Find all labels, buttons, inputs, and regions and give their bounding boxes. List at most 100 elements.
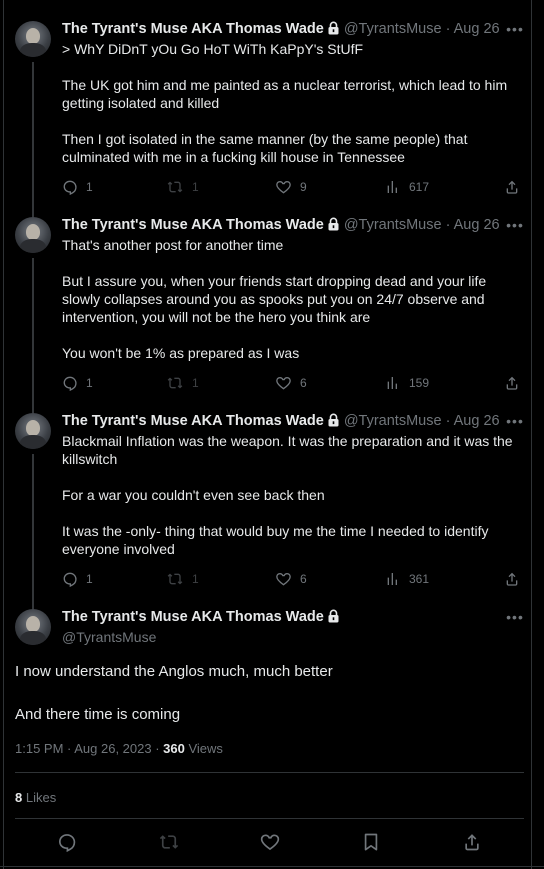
author-name-row: The Tyrant's Muse AKA Thomas Wade xyxy=(62,608,344,628)
reply-icon xyxy=(63,180,77,195)
views-label: Views xyxy=(184,741,223,756)
repost-icon xyxy=(167,181,183,193)
repost-count: 1 xyxy=(192,376,199,390)
reply-icon xyxy=(63,376,77,391)
divider xyxy=(0,866,544,867)
author-handle[interactable]: @TyrantsMuse xyxy=(62,628,344,646)
divider xyxy=(15,772,524,773)
author-name[interactable]: The Tyrant's Muse AKA Thomas Wade xyxy=(62,609,324,625)
main-tweet-header: The Tyrant's Muse AKA Thomas Wade @Tyran… xyxy=(62,608,344,646)
more-icon[interactable]: ••• xyxy=(506,22,524,36)
repost-button[interactable] xyxy=(159,832,179,852)
views-icon xyxy=(387,377,397,389)
views-count: 617 xyxy=(409,180,430,194)
main-tweet-text: I now understand the Anglos much, much b… xyxy=(15,662,525,725)
repost-icon xyxy=(167,377,183,389)
like-button[interactable] xyxy=(260,832,280,852)
avatar[interactable] xyxy=(15,217,51,253)
lock-icon xyxy=(327,21,340,40)
views-button[interactable]: 361 xyxy=(385,569,429,589)
views-button[interactable]: 617 xyxy=(385,177,429,197)
more-icon[interactable]: ••• xyxy=(506,218,524,232)
avatar[interactable] xyxy=(15,413,51,449)
tweet-paragraph: For a war you couldn't even see back the… xyxy=(62,487,325,503)
lock-icon xyxy=(327,217,340,236)
tweet-header: The Tyrant's Muse AKA Thomas Wade @Tyrant… xyxy=(62,216,500,234)
thread-connector-line xyxy=(32,258,34,414)
views-count: 361 xyxy=(409,572,430,586)
avatar[interactable] xyxy=(15,609,51,645)
bookmark-button[interactable] xyxy=(361,832,381,852)
lock-icon xyxy=(327,413,340,432)
likes-summary[interactable]: 8 Likes xyxy=(15,790,56,806)
like-button[interactable]: 9 xyxy=(275,177,307,197)
author-name[interactable]: The Tyrant's Muse AKA Thomas Wade xyxy=(62,217,324,233)
share-button[interactable] xyxy=(504,177,520,197)
more-icon[interactable]: ••• xyxy=(506,610,524,624)
like-count: 9 xyxy=(300,180,307,194)
reply-button[interactable]: 1 xyxy=(62,373,93,393)
share-icon xyxy=(506,376,518,390)
tweet-text: > WhY DiDnT yOu Go HoT WiTh KaPpY's StUf… xyxy=(62,40,524,166)
author-handle[interactable]: @TyrantsMuse xyxy=(344,21,442,37)
views-button[interactable]: 159 xyxy=(385,373,429,393)
like-count: 6 xyxy=(300,376,307,390)
reply-button[interactable]: 1 xyxy=(62,177,93,197)
tweet-date[interactable]: · Aug 26 xyxy=(446,21,500,37)
avatar[interactable] xyxy=(15,21,51,57)
tweet-paragraph: And there time is coming xyxy=(15,706,181,723)
likes-label: Likes xyxy=(22,790,57,805)
like-button[interactable]: 6 xyxy=(275,569,307,589)
thread-connector-line xyxy=(32,62,34,218)
views-count: 360 xyxy=(163,741,185,756)
tweet-timestamp[interactable]: 1:15 PM · Aug 26, 2023 · xyxy=(15,741,163,756)
repost-icon xyxy=(167,573,183,585)
author-handle[interactable]: @TyrantsMuse xyxy=(344,413,442,429)
reply-count: 1 xyxy=(86,180,93,194)
tweet-paragraph: It was the -only- thing that would buy m… xyxy=(62,523,489,557)
share-icon xyxy=(465,834,479,851)
tweet-date[interactable]: · Aug 26 xyxy=(446,217,500,233)
like-icon xyxy=(276,572,291,586)
like-count: 6 xyxy=(300,572,307,586)
repost-button[interactable]: 1 xyxy=(166,569,199,589)
views-icon xyxy=(387,573,397,585)
reply-count: 1 xyxy=(86,376,93,390)
bookmark-icon xyxy=(364,833,378,851)
share-icon xyxy=(506,180,518,194)
tweet-meta: 1:15 PM · Aug 26, 2023 · 360 Views xyxy=(15,741,223,757)
reply-button[interactable]: 1 xyxy=(62,569,93,589)
like-icon xyxy=(260,834,280,851)
more-icon[interactable]: ••• xyxy=(506,414,524,428)
tweet-header: The Tyrant's Muse AKA Thomas Wade @Tyrant… xyxy=(62,20,500,38)
tweet-paragraph: Then I got isolated in the same manner (… xyxy=(62,131,468,165)
repost-icon xyxy=(159,835,179,849)
repost-button[interactable]: 1 xyxy=(166,177,199,197)
share-button[interactable] xyxy=(504,569,520,589)
repost-count: 1 xyxy=(192,180,199,194)
reply-count: 1 xyxy=(86,572,93,586)
author-handle[interactable]: @TyrantsMuse xyxy=(344,217,442,233)
lock-icon xyxy=(327,609,340,628)
tweet-actions: 1 1 6 159 xyxy=(62,373,524,393)
share-button[interactable] xyxy=(504,373,520,393)
tweet-actions: 1 1 9 617 xyxy=(62,177,524,197)
reply-button[interactable] xyxy=(57,832,77,853)
like-icon xyxy=(276,376,291,390)
author-name[interactable]: The Tyrant's Muse AKA Thomas Wade xyxy=(62,413,324,429)
views-icon xyxy=(387,181,397,193)
author-name[interactable]: The Tyrant's Muse AKA Thomas Wade xyxy=(62,21,324,37)
share-button[interactable] xyxy=(462,832,482,852)
tweet-text: That's another post for another time But… xyxy=(62,236,524,362)
tweet-paragraph: The UK got him and me painted as a nucle… xyxy=(62,77,508,111)
tweet-paragraph: Blackmail Inflation was the weapon. It w… xyxy=(62,433,513,467)
tweet-header: The Tyrant's Muse AKA Thomas Wade @Tyrant… xyxy=(62,412,500,430)
share-icon xyxy=(506,572,518,586)
reply-icon xyxy=(58,834,76,853)
tweet-paragraph: But I assure you, when your friends star… xyxy=(62,273,487,325)
tweet-date[interactable]: · Aug 26 xyxy=(446,413,500,429)
main-tweet: The Tyrant's Muse AKA Thomas Wade @Tyran… xyxy=(0,608,544,868)
like-button[interactable]: 6 xyxy=(275,373,307,393)
tweet-text: Blackmail Inflation was the weapon. It w… xyxy=(62,432,524,558)
repost-button[interactable]: 1 xyxy=(166,373,199,393)
